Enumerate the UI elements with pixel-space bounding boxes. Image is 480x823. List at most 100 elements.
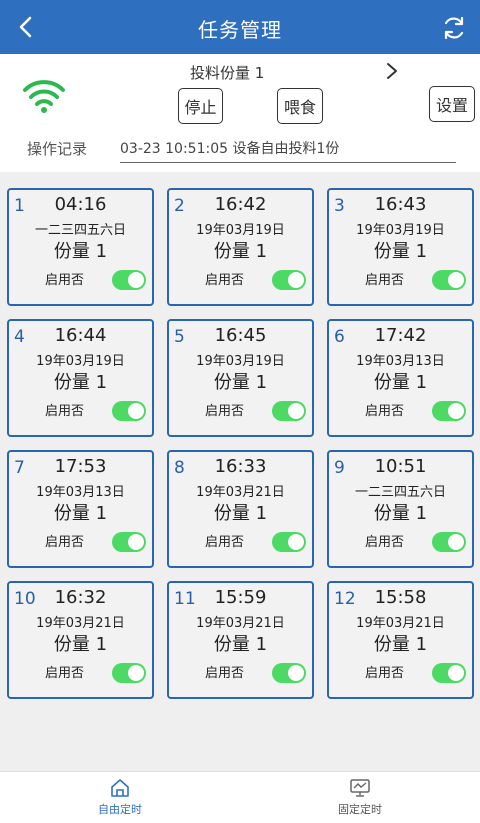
operation-log-label: 操作记录 xyxy=(27,140,88,158)
task-date: 一二三四五六日 xyxy=(34,223,126,238)
task-date: 19年03月21日 xyxy=(196,485,285,500)
task-enable-toggle[interactable] xyxy=(112,532,146,552)
task-portion: 份量 1 xyxy=(373,241,428,262)
task-portion: 份量 1 xyxy=(53,634,108,655)
task-enable-toggle[interactable] xyxy=(432,532,466,552)
task-enable-toggle[interactable] xyxy=(272,401,306,421)
task-portion: 份量 1 xyxy=(53,241,108,262)
task-card[interactable]: 2 16:42 19年03月19日 份量 1 启用否 xyxy=(167,188,314,306)
task-date: 19年03月19日 xyxy=(196,223,285,238)
task-enable-toggle[interactable] xyxy=(112,663,146,683)
task-card[interactable]: 6 17:42 19年03月13日 份量 1 启用否 xyxy=(327,319,474,437)
task-card[interactable]: 1 04:16 一二三四五六日 份量 1 启用否 xyxy=(7,188,154,306)
task-enable-toggle[interactable] xyxy=(272,532,306,552)
task-enable-label: 启用否 xyxy=(365,535,405,550)
task-enable-label: 启用否 xyxy=(205,535,245,550)
task-portion: 份量 1 xyxy=(213,503,268,524)
task-date: 19年03月21日 xyxy=(36,616,125,631)
task-enable-toggle[interactable] xyxy=(112,401,146,421)
task-enable-label: 启用否 xyxy=(45,273,85,288)
toggle-knob xyxy=(448,403,464,419)
task-time: 10:51 xyxy=(374,456,427,477)
toggle-knob xyxy=(288,403,304,419)
task-enable-label: 启用否 xyxy=(365,666,405,681)
home-icon xyxy=(111,779,129,797)
task-card[interactable]: 12 15:58 19年03月21日 份量 1 启用否 xyxy=(327,581,474,699)
task-card[interactable]: 5 16:45 19年03月19日 份量 1 启用否 xyxy=(167,319,314,437)
task-card[interactable]: 4 16:44 19年03月19日 份量 1 启用否 xyxy=(7,319,154,437)
task-time: 16:43 xyxy=(374,194,427,215)
tab-free-timing-label: 自由定时 xyxy=(98,803,142,816)
task-enable-toggle[interactable] xyxy=(272,270,306,290)
task-card[interactable]: 7 17:53 19年03月13日 份量 1 启用否 xyxy=(7,450,154,568)
task-date: 19年03月19日 xyxy=(36,354,125,369)
task-portion: 份量 1 xyxy=(213,241,268,262)
toggle-knob xyxy=(448,665,464,681)
bottom-tab-bar: 自由定时 固定定时 xyxy=(0,771,480,823)
task-portion: 份量 1 xyxy=(213,372,268,393)
refresh-icon[interactable] xyxy=(440,14,468,42)
task-time: 16:32 xyxy=(54,587,107,608)
task-enable-toggle[interactable] xyxy=(112,270,146,290)
task-card[interactable]: 10 16:32 19年03月21日 份量 1 启用否 xyxy=(7,581,154,699)
task-portion: 份量 1 xyxy=(373,503,428,524)
task-portion: 份量 1 xyxy=(53,372,108,393)
task-portion: 份量 1 xyxy=(53,503,108,524)
toggle-knob xyxy=(288,534,304,550)
task-enable-toggle[interactable] xyxy=(432,270,466,290)
toggle-knob xyxy=(128,272,144,288)
chevron-right-icon[interactable] xyxy=(384,62,400,80)
task-card[interactable]: 11 15:59 19年03月21日 份量 1 启用否 xyxy=(167,581,314,699)
task-enable-label: 启用否 xyxy=(205,273,245,288)
task-enable-label: 启用否 xyxy=(45,535,85,550)
task-time: 16:45 xyxy=(214,325,267,346)
page-title: 任务管理 xyxy=(198,18,282,42)
tab-fixed-timing-label: 固定定时 xyxy=(338,803,382,816)
task-enable-label: 启用否 xyxy=(365,404,405,419)
feed-button[interactable]: 喂食 xyxy=(277,88,323,124)
tab-free-timing[interactable]: 自由定时 xyxy=(70,778,170,822)
operation-log-value: 03-23 10:51:05 设备自由投料1份 xyxy=(120,138,456,163)
toggle-knob xyxy=(448,272,464,288)
task-time: 16:33 xyxy=(214,456,267,477)
app-header: 任务管理 xyxy=(0,0,480,54)
monitor-icon xyxy=(350,779,370,797)
task-portion: 份量 1 xyxy=(213,634,268,655)
task-date: 19年03月19日 xyxy=(196,354,285,369)
task-enable-label: 启用否 xyxy=(205,666,245,681)
task-time: 15:58 xyxy=(374,587,427,608)
task-enable-toggle[interactable] xyxy=(432,401,466,421)
feed-portion-label: 投料份量 1 xyxy=(190,64,265,82)
task-date: 19年03月13日 xyxy=(36,485,125,500)
device-control-panel: 投料份量 1 停止 喂食 设置 操作记录 03-23 10:51:05 设备自由… xyxy=(0,54,480,172)
task-date: 19年03月19日 xyxy=(356,223,445,238)
task-time: 16:44 xyxy=(54,325,107,346)
task-enable-toggle[interactable] xyxy=(432,663,466,683)
task-portion: 份量 1 xyxy=(373,634,428,655)
task-date: 19年03月21日 xyxy=(356,616,445,631)
toggle-knob xyxy=(128,665,144,681)
task-time: 17:53 xyxy=(54,456,107,477)
task-date: 19年03月13日 xyxy=(356,354,445,369)
task-enable-label: 启用否 xyxy=(205,404,245,419)
toggle-knob xyxy=(128,534,144,550)
task-enable-label: 启用否 xyxy=(365,273,405,288)
task-date: 19年03月21日 xyxy=(196,616,285,631)
stop-button[interactable]: 停止 xyxy=(178,88,223,124)
toggle-knob xyxy=(448,534,464,550)
settings-button[interactable]: 设置 xyxy=(429,86,475,122)
tab-fixed-timing[interactable]: 固定定时 xyxy=(310,778,410,822)
task-date: 一二三四五六日 xyxy=(354,485,446,500)
wifi-icon xyxy=(23,80,65,113)
task-card[interactable]: 3 16:43 19年03月19日 份量 1 启用否 xyxy=(327,188,474,306)
task-card[interactable]: 9 10:51 一二三四五六日 份量 1 启用否 xyxy=(327,450,474,568)
task-card[interactable]: 8 16:33 19年03月21日 份量 1 启用否 xyxy=(167,450,314,568)
task-enable-toggle[interactable] xyxy=(272,663,306,683)
task-enable-label: 启用否 xyxy=(45,666,85,681)
task-time: 15:59 xyxy=(214,587,267,608)
task-portion: 份量 1 xyxy=(373,372,428,393)
toggle-knob xyxy=(288,272,304,288)
toggle-knob xyxy=(288,665,304,681)
task-time: 04:16 xyxy=(54,194,107,215)
toggle-knob xyxy=(128,403,144,419)
